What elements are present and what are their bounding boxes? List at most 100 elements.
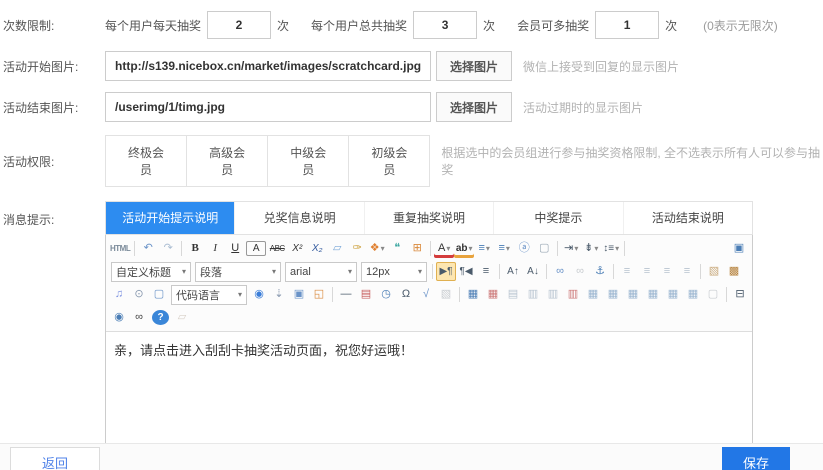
- link-icon[interactable]: ∞: [550, 262, 570, 281]
- format-brush-icon[interactable]: ✑: [347, 239, 367, 258]
- indent-icon[interactable]: ⇥▾: [561, 239, 581, 258]
- start-image-input[interactable]: [105, 51, 431, 81]
- enter-break-icon[interactable]: ¶◀: [456, 262, 476, 281]
- message-tab-3[interactable]: 中奖提示: [493, 202, 622, 234]
- message-label: 消息提示:: [0, 201, 105, 228]
- start-image-hint: 微信上接受到回复的显示图片: [523, 58, 679, 75]
- italic-icon[interactable]: I: [205, 239, 225, 258]
- merge-cells-icon[interactable]: ▦: [583, 285, 603, 304]
- toolbar-separator: [332, 287, 333, 302]
- superscript-icon[interactable]: X²: [287, 239, 307, 258]
- ordered-list-icon[interactable]: ≡▾: [474, 239, 494, 258]
- auto-typeset-icon[interactable]: ❖▾: [367, 239, 387, 258]
- back-button[interactable]: 返回: [10, 447, 100, 470]
- split-rows-icon[interactable]: ▦: [663, 285, 683, 304]
- message-tabs: 活动开始提示说明兑奖信息说明重复抽奖说明中奖提示活动结束说明: [105, 201, 753, 235]
- paragraph-select[interactable]: 段落▾: [195, 262, 281, 282]
- insert-col-icon: ▥: [543, 285, 563, 304]
- insert-date-icon[interactable]: ▤: [356, 285, 376, 304]
- preview-icon[interactable]: ◉: [109, 308, 129, 327]
- highlight-color-icon[interactable]: ab▾: [454, 239, 474, 258]
- message-tab-4[interactable]: 活动结束说明: [623, 202, 752, 234]
- snapshot-icon[interactable]: ◱: [309, 285, 329, 304]
- permission-hint: 根据选中的会员组进行参与抽奖资格限制, 全不选表示所有人可以参与抽奖: [441, 144, 823, 178]
- insert-code-icon[interactable]: ▢: [149, 285, 169, 304]
- toolbar-separator: [624, 241, 625, 256]
- special-char-icon[interactable]: Ω: [396, 285, 416, 304]
- anchor-insert-icon[interactable]: ⚓: [590, 262, 610, 281]
- limits-fields: 每个用户每天抽奖次每个用户总共抽奖次会员可多抽奖次: [105, 11, 699, 39]
- choose-start-image-button[interactable]: 选择图片: [436, 51, 512, 81]
- font-size-select[interactable]: 12px▾: [361, 262, 427, 282]
- unordered-list-icon[interactable]: ≡▾: [494, 239, 514, 258]
- bordered-text-icon[interactable]: A: [246, 241, 266, 256]
- fullscreen-icon[interactable]: ▣: [729, 239, 749, 258]
- line-height-icon[interactable]: ↕≡▾: [601, 239, 621, 258]
- enter-paragraph-icon[interactable]: ▶¶: [436, 262, 456, 281]
- message-tab-0[interactable]: 活动开始提示说明: [106, 202, 234, 234]
- limits-note: (0表示无限次): [703, 17, 778, 34]
- formula-icon[interactable]: √: [416, 285, 436, 304]
- html-source-icon[interactable]: HTML: [109, 239, 131, 258]
- member-extra-draw-input[interactable]: [595, 11, 659, 39]
- insert-table-icon[interactable]: ▦: [463, 285, 483, 304]
- toolbar-separator: [181, 241, 182, 256]
- redo-icon[interactable]: ↷: [158, 239, 178, 258]
- insert-row-icon: ▥: [523, 285, 543, 304]
- toolbar-separator: [499, 264, 500, 279]
- pagebreak-icon[interactable]: ⇣: [269, 285, 289, 304]
- member-level-button-3[interactable]: 初级会员: [348, 135, 430, 187]
- end-image-input[interactable]: [105, 92, 431, 122]
- message-tab-1[interactable]: 兑奖信息说明: [234, 202, 363, 234]
- limit-field-label: 会员可多抽奖: [517, 17, 589, 34]
- emotion-icon[interactable]: ☺: [744, 262, 749, 281]
- merge-down-icon[interactable]: ▦: [623, 285, 643, 304]
- message-tab-2[interactable]: 重复抽奖说明: [364, 202, 493, 234]
- align-justify-icon: ≡: [677, 262, 697, 281]
- print-icon[interactable]: ⊟: [730, 285, 749, 304]
- image-manager-icon[interactable]: ▩: [724, 262, 744, 281]
- daily-draw-count-input[interactable]: [207, 11, 271, 39]
- horizontal-rule-icon[interactable]: —: [336, 285, 356, 304]
- undo-icon[interactable]: ↶: [138, 239, 158, 258]
- code-language-select[interactable]: 代码语言▾: [171, 285, 247, 305]
- map-icon[interactable]: ◉: [249, 285, 269, 304]
- choose-end-image-button[interactable]: 选择图片: [436, 92, 512, 122]
- lowercase-icon[interactable]: A↓: [523, 262, 543, 281]
- new-document-icon[interactable]: ▢: [534, 239, 554, 258]
- split-cols-icon[interactable]: ▦: [683, 285, 703, 304]
- bold-icon[interactable]: B: [185, 239, 205, 258]
- member-level-button-0[interactable]: 终极会员: [105, 135, 187, 187]
- font-color-icon[interactable]: A▾: [434, 239, 454, 258]
- toolbar-separator: [700, 264, 701, 279]
- align-center-icon: ≡: [637, 262, 657, 281]
- unlink-icon: ∞: [570, 262, 590, 281]
- help-icon[interactable]: ?: [152, 310, 169, 325]
- start-image-label: 活动开始图片:: [0, 58, 105, 75]
- insert-time-icon[interactable]: ◷: [376, 285, 396, 304]
- underline-icon[interactable]: U: [225, 239, 245, 258]
- merge-right-icon[interactable]: ▦: [603, 285, 623, 304]
- word-wrap-icon[interactable]: ≡: [476, 262, 496, 281]
- split-cells-icon[interactable]: ▦: [643, 285, 663, 304]
- paste-table-icon[interactable]: ⊞: [407, 239, 427, 258]
- save-button[interactable]: 保存: [722, 447, 790, 470]
- font-family-select[interactable]: arial▾: [285, 262, 357, 282]
- custom-title-select[interactable]: 自定义标题▾: [111, 262, 191, 282]
- blockquote-icon[interactable]: ❝: [387, 239, 407, 258]
- anchor-icon[interactable]: ⓐ: [514, 239, 534, 258]
- remove-format-icon[interactable]: ▱: [327, 239, 347, 258]
- paragraph-spacing-icon[interactable]: ⇟▾: [581, 239, 601, 258]
- attachment-icon[interactable]: ⊙: [129, 285, 149, 304]
- uppercase-icon[interactable]: A↑: [503, 262, 523, 281]
- background-icon[interactable]: ▣: [289, 285, 309, 304]
- music-icon[interactable]: ♫: [109, 285, 129, 304]
- strikethrough-icon[interactable]: ABC: [267, 239, 287, 258]
- member-level-button-1[interactable]: 高级会员: [186, 135, 268, 187]
- search-replace-icon[interactable]: ∞: [129, 308, 149, 327]
- total-draw-count-input[interactable]: [413, 11, 477, 39]
- insert-image-icon[interactable]: ▧: [704, 262, 724, 281]
- member-level-button-2[interactable]: 中级会员: [267, 135, 349, 187]
- subscript-icon[interactable]: X₂: [307, 239, 327, 258]
- editor-content-area[interactable]: 亲，请点击进入刮刮卡抽奖活动页面，祝您好运哦！: [106, 332, 752, 451]
